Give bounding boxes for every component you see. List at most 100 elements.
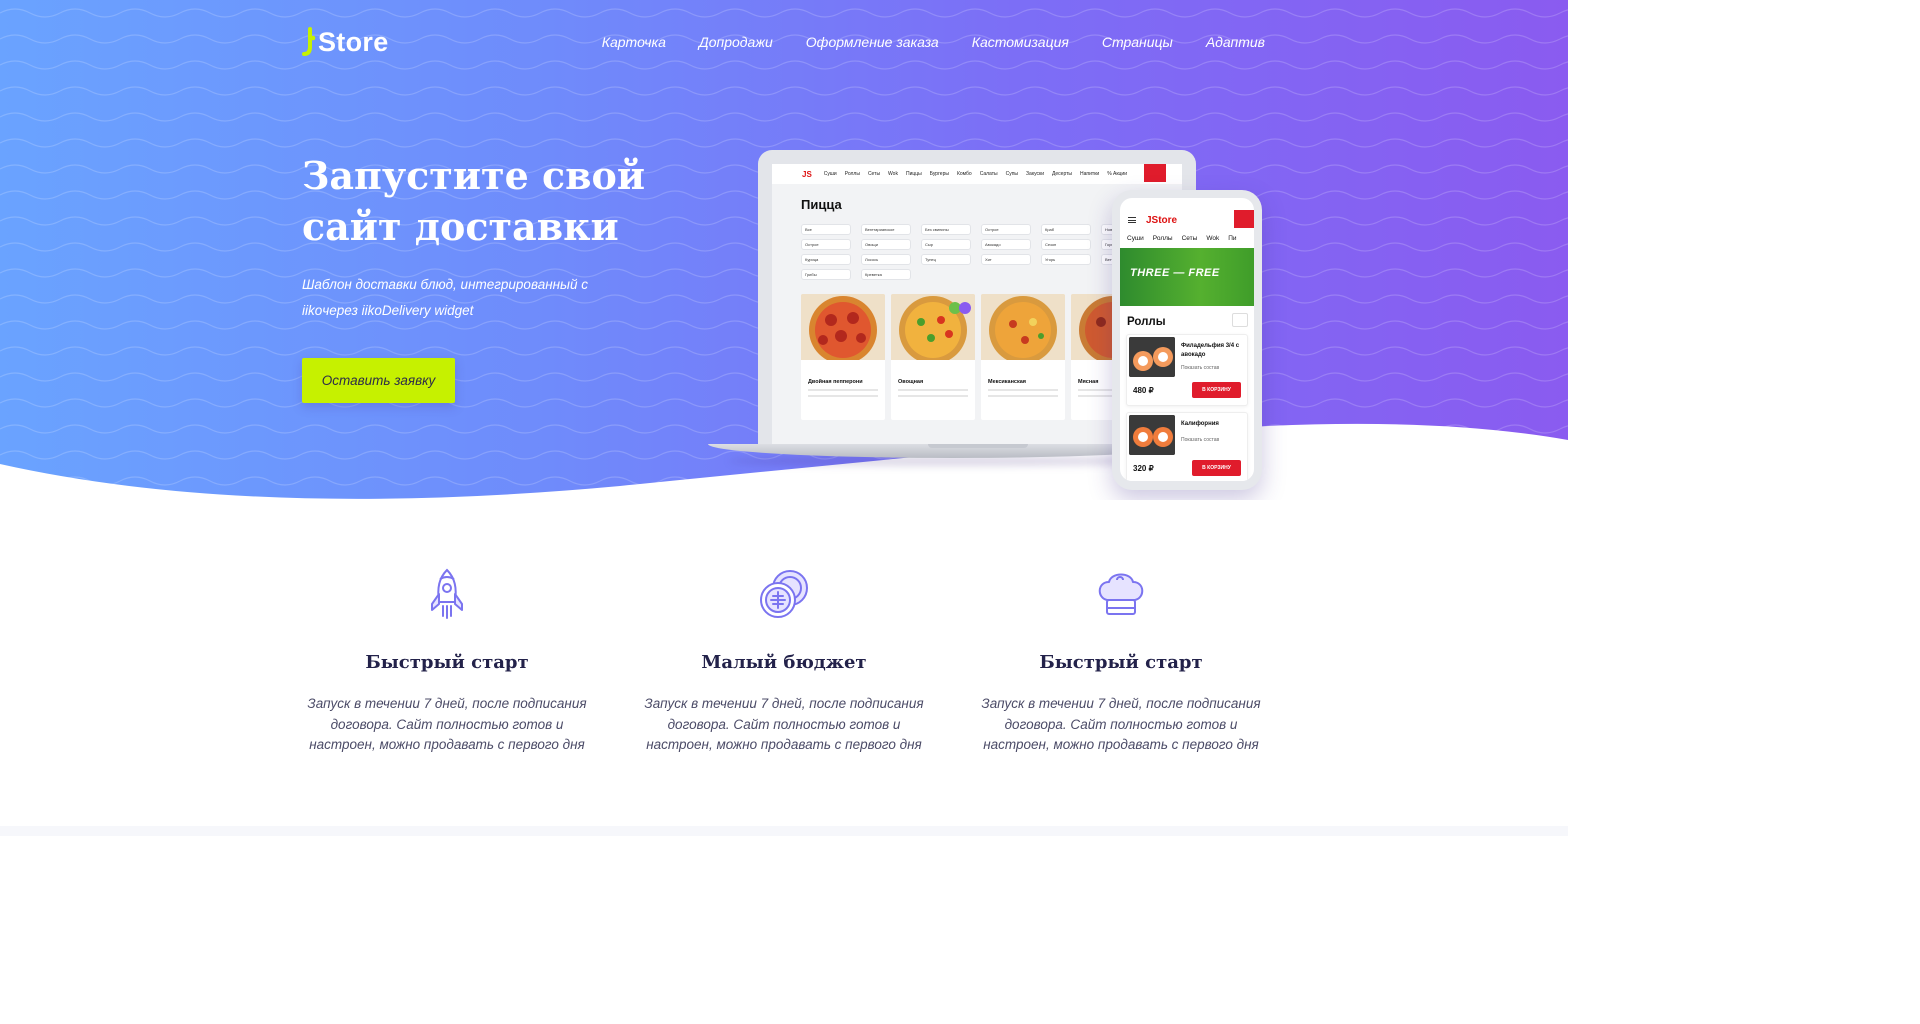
logo-text: Store [318,26,389,57]
mock-text-line [988,389,1058,391]
phone-product-price: 320 ₽ [1133,464,1154,473]
mock-filter-chip: Острое [801,239,851,250]
phone-promo-banner: THREE — FREE [1120,248,1254,306]
mock-filter-chip: Тунец [921,254,971,265]
mock-text-line [808,389,878,391]
mock-menu-item: Салаты [979,171,998,177]
hero-section: Store Карточка Допродажи Оформление зака… [0,0,1568,500]
hero-title: Запустите свой сайт доставки [302,150,662,252]
mock-text-line [898,395,968,397]
feature-small-budget: Малый бюджет Запуск в течении 7 дней, по… [639,566,929,756]
mock-page-title: Пицца [801,197,842,212]
nav-item-card[interactable]: Карточка [602,34,666,50]
phone-status-bar [1120,198,1254,210]
phone-tabs: Суши Роллы Сеты Wok Пи [1120,230,1254,246]
mock-menu-item: Сеты [867,171,881,177]
mock-filters: Все Вегетарианское Без свинины Острое Кр… [801,224,1151,280]
rocket-icon [431,568,463,619]
mock-filter-chip: Острое [981,224,1031,235]
mock-product-name: Овощная [898,379,924,385]
mock-filter-chip: Вегетарианское [861,224,911,235]
menu-icon [1128,217,1136,223]
mock-menu-item: Wok [888,171,898,177]
mock-filter-chip: Грибы [801,269,851,280]
phone-tab: Пи [1228,234,1237,242]
phone-product-link: Показать состав [1181,437,1220,443]
mock-menu-item: Бургеры [929,171,949,177]
nav-item-adaptive[interactable]: Адаптив [1206,34,1265,50]
mock-product-card: Овощная [891,294,975,420]
phone-screen: JStore Суши Роллы Сеты Wok Пи THREE — FR… [1120,198,1254,481]
mock-text-line [808,395,878,397]
logo[interactable]: Store [302,26,389,58]
feature-text: Запуск в течении 7 дней, после подписани… [644,696,924,752]
phone-mockup: JStore Суши Роллы Сеты Wok Пи THREE — FR… [1112,190,1262,490]
mock-text-line [988,395,1058,397]
mock-menu-item: Напитки [1080,171,1100,177]
logo-mark-icon [302,27,316,56]
mock-filter-chip: Все [801,224,851,235]
mock-menu-item: Суши [823,171,837,177]
mock-brand: JS [802,169,812,179]
mock-filter-chip: Сыр [921,239,971,250]
mock-menu-item: Закуски [1026,171,1044,177]
phone-tab: Роллы [1152,234,1173,242]
feature-title: Малый бюджет [701,652,867,673]
mock-filter-chip: Курица [801,254,851,265]
phone-product-name: Филадельфия 3/4 с авокадо [1181,343,1240,358]
mock-filter-chip: Краб [1041,224,1091,235]
feature-text: Запуск в течении 7 дней, после подписани… [981,696,1261,752]
mock-filter-chip: Без свинины [921,224,971,235]
phone-tab: Сеты [1181,234,1198,242]
phone-product-item: Калифорния Показать состав 320 ₽ В КОРЗИ… [1126,412,1248,481]
hero-title-line2: сайт доставки [302,204,619,249]
nav-item-pages[interactable]: Страницы [1102,34,1173,50]
phone-add-button: В КОРЗИНУ [1192,460,1241,476]
mock-topbar: JS Суши Роллы Сеты Wok Пиццы Бургеры Ком… [772,164,1182,184]
feature-title: Быстрый старт [1039,652,1203,673]
main-nav: Карточка Допродажи Оформление заказа Кас… [602,34,1265,50]
mock-filter-chip: Хит [981,254,1031,265]
mock-menu-item: Комбо [956,171,972,177]
phone-tab: Суши [1127,234,1144,242]
mock-menu-item: Пиццы [905,171,922,177]
phone-header: JStore [1120,210,1254,230]
hero-title-line1: Запустите свой [302,153,646,198]
phone-product-link: Показать состав [1181,365,1220,371]
mock-filter-chip: Лосось [861,254,911,265]
chef-hat-icon [1098,573,1144,615]
pizza-image [981,294,1065,364]
mock-menu-item: Роллы [844,171,860,177]
mock-product-card: Двойная пепперони [801,294,885,420]
phone-brand: JStore [1146,214,1178,226]
phone-tab: Wok [1206,234,1220,242]
nav-item-upsell[interactable]: Допродажи [699,34,773,50]
coins-icon [760,570,808,618]
mock-menu-item: Супы [1005,171,1019,177]
nav-item-customization[interactable]: Кастомизация [972,34,1069,50]
mock-filter-chip: Сезон [1041,239,1091,250]
phone-product-name: Калифорния [1181,421,1219,427]
roll-image [1129,337,1175,377]
phone-add-button: В КОРЗИНУ [1192,382,1241,398]
mock-product-name: Мексиканская [988,379,1026,385]
mock-filter-chip: Овощи [861,239,911,250]
feature-fast-start-2: Быстрый старт Запуск в течении 7 дней, п… [976,566,1266,756]
filter-icon [1232,313,1248,327]
request-button[interactable]: Оставить заявку [302,358,455,403]
phone-cart-icon [1234,210,1254,228]
feature-text: Запуск в течении 7 дней, после подписани… [307,696,587,752]
feature-fast-start: Быстрый старт Запуск в течении 7 дней, п… [302,566,592,756]
mock-menu-item: Десерты [1052,171,1073,177]
next-section-edge [0,826,1568,836]
phone-product-item: Филадельфия 3/4 с авокадо Показать соста… [1126,334,1248,406]
pizza-image [801,294,885,364]
phone-banner-text: THREE — FREE [1130,267,1220,279]
mock-cart-icon [1144,164,1166,182]
nav-item-checkout[interactable]: Оформление заказа [806,34,939,50]
mock-filter-chip: Угорь [1041,254,1091,265]
mock-text-line [898,389,968,391]
roll-image [1129,415,1175,455]
mock-product-name: Двойная пепперони [808,379,863,385]
laptop-notch [928,444,1028,448]
